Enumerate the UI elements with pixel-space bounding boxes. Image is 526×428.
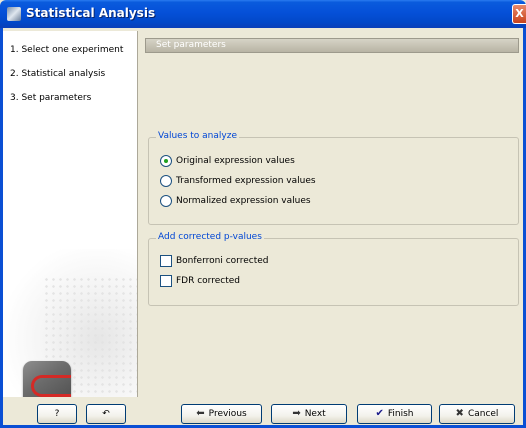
cancel-label: Cancel — [467, 409, 499, 419]
logo-swoosh — [31, 375, 71, 397]
radio-button[interactable] — [160, 195, 172, 207]
previous-button[interactable]: ⬅ Previous — [181, 404, 262, 424]
checkbox[interactable] — [160, 255, 172, 267]
section-title: Set parameters — [156, 40, 226, 50]
arrow-right-icon: ➡ — [292, 408, 301, 419]
finish-label: Finish — [387, 409, 414, 419]
checkbox[interactable] — [160, 275, 172, 287]
step-set-parameters: 3. Set parameters — [10, 93, 92, 103]
radio-button[interactable] — [160, 155, 172, 167]
undo-icon: ↶ — [102, 409, 110, 419]
step-select-experiment: 1. Select one experiment — [10, 45, 124, 55]
cancel-button[interactable]: ✖ Cancel — [439, 404, 515, 424]
values-to-analyze-group: Values to analyze Original expression va… — [148, 131, 519, 225]
next-button[interactable]: ➡ Next — [271, 404, 347, 424]
step-statistical-analysis: 2. Statistical analysis — [10, 69, 106, 79]
section-header: Set parameters — [145, 38, 519, 53]
values-group-title: Values to analyze — [156, 131, 239, 141]
wizard-steps-panel: 1. Select one experiment 2. Statistical … — [3, 31, 138, 397]
cancel-x-icon: ✖ — [455, 408, 464, 419]
radio-label: Transformed expression values — [176, 176, 316, 186]
app-icon — [7, 7, 21, 21]
help-label: ? — [54, 409, 60, 419]
radio-original-values[interactable]: Original expression values — [160, 155, 295, 167]
title-bar: Statistical Analysis X — [0, 0, 526, 28]
pvalues-group-title: Add corrected p-values — [156, 232, 264, 242]
checkbox-fdr[interactable]: FDR corrected — [160, 275, 240, 287]
radio-button[interactable] — [160, 175, 172, 187]
finish-button[interactable]: ✔ Finish — [357, 404, 432, 424]
radio-transformed-values[interactable]: Transformed expression values — [160, 175, 316, 187]
checkbox-label: FDR corrected — [176, 276, 240, 286]
help-button[interactable]: ? — [37, 404, 77, 424]
arrow-left-icon: ⬅ — [196, 408, 205, 419]
radio-label: Original expression values — [176, 156, 295, 166]
close-button[interactable]: X — [512, 4, 526, 24]
window-title: Statistical Analysis — [26, 6, 156, 20]
clc-logo-icon — [23, 361, 71, 397]
radio-normalized-values[interactable]: Normalized expression values — [160, 195, 311, 207]
radio-label: Normalized expression values — [176, 196, 311, 206]
checkbox-label: Bonferroni corrected — [176, 256, 269, 266]
corrected-pvalues-group: Add corrected p-values Bonferroni correc… — [148, 232, 519, 306]
reset-button[interactable]: ↶ — [86, 404, 126, 424]
checkbox-bonferroni[interactable]: Bonferroni corrected — [160, 255, 268, 267]
checkmark-icon: ✔ — [375, 408, 384, 419]
previous-label: Previous — [208, 409, 247, 419]
next-label: Next — [304, 409, 326, 419]
